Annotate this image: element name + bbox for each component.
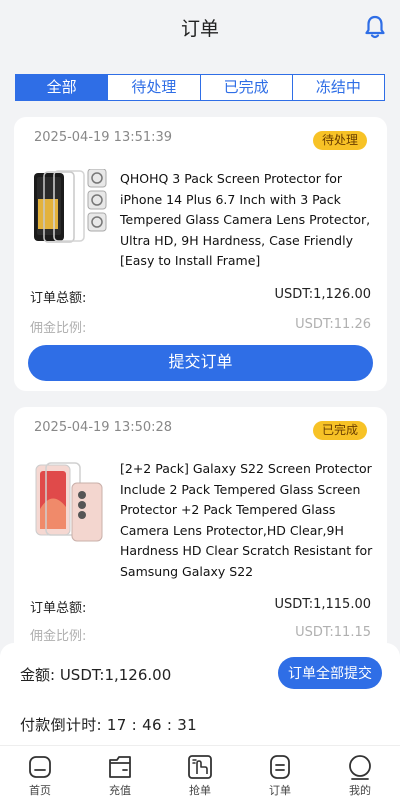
commission-label: 佣金比例: xyxy=(30,629,87,644)
tab-pending[interactable]: 待处理 xyxy=(107,75,199,100)
commission-row: 佣金比例: USDT:11.15 xyxy=(30,625,371,644)
commission-label: 佣金比例: xyxy=(30,321,87,336)
nav-recharge[interactable]: 充值 xyxy=(80,746,160,803)
product-name: QHOHQ 3 Pack Screen Protector for iPhone… xyxy=(120,171,371,268)
tab-frozen[interactable]: 冻结中 xyxy=(291,75,384,100)
commission-value: USDT:11.15 xyxy=(295,625,371,640)
product-name: [2+2 Pack] Galaxy S22 Screen Protector I… xyxy=(120,461,373,579)
header: 订单 xyxy=(0,0,400,56)
product-image xyxy=(35,462,103,542)
nav-orders[interactable]: 订单 xyxy=(240,746,320,803)
status-badge: 已完成 xyxy=(312,421,367,440)
order-card: 2025-04-19 13:51:39 待处理 QHOHQ 3 Pack Scr… xyxy=(14,117,387,391)
order-total-value: USDT:1,115.00 xyxy=(274,597,371,612)
profile-icon xyxy=(349,755,371,780)
total-amount: 金额: USDT:1,126.00 xyxy=(20,666,172,684)
order-time: 2025-04-19 13:51:39 xyxy=(34,130,173,145)
nav-home[interactable]: 首页 xyxy=(0,746,80,803)
nav-grab-order-label: 抢单 xyxy=(189,784,211,797)
order-total-row: 订单总额: USDT:1,115.00 xyxy=(30,597,371,616)
nav-profile-label: 我的 xyxy=(349,784,371,797)
order-total-label: 订单总额: xyxy=(30,601,87,616)
tab-completed[interactable]: 已完成 xyxy=(199,75,292,100)
home-icon xyxy=(29,756,51,778)
submit-order-button[interactable]: 提交订单 xyxy=(28,345,373,381)
bell-icon[interactable] xyxy=(364,15,386,39)
page-title: 订单 xyxy=(180,18,219,40)
nav-recharge-label: 充值 xyxy=(109,784,131,797)
nav-orders-label: 订单 xyxy=(269,784,291,797)
product-image xyxy=(34,169,107,243)
order-total-label: 订单总额: xyxy=(30,291,87,306)
nav-grab-order[interactable]: 抢单 xyxy=(160,746,240,803)
payment-summary-panel: 金额: USDT:1,126.00 订单全部提交 付款倒计时: 17 : 46 … xyxy=(0,643,400,745)
grab-order-icon xyxy=(188,755,212,779)
status-badge: 待处理 xyxy=(312,131,367,150)
order-total-value: USDT:1,126.00 xyxy=(274,287,371,302)
order-card: 2025-04-19 13:50:28 已完成 [2+2 Pack] Galax… xyxy=(14,407,387,667)
submit-all-orders-button[interactable]: 订单全部提交 xyxy=(278,657,382,689)
wallet-icon xyxy=(109,756,131,778)
order-total-row: 订单总额: USDT:1,126.00 xyxy=(30,287,371,306)
nav-home-label: 首页 xyxy=(29,784,51,797)
bottom-nav: 首页 充值 抢单 订单 我的 xyxy=(0,745,400,803)
tab-all[interactable]: 全部 xyxy=(16,75,108,100)
order-filter-tabs: 全部 待处理 已完成 冻结中 xyxy=(15,74,385,101)
order-time: 2025-04-19 13:50:28 xyxy=(34,420,173,435)
commission-row: 佣金比例: USDT:11.26 xyxy=(30,317,371,336)
payment-countdown: 付款倒计时: 17 : 46 : 31 xyxy=(20,716,197,734)
order-icon xyxy=(270,755,290,779)
commission-value: USDT:11.26 xyxy=(295,317,371,332)
nav-profile[interactable]: 我的 xyxy=(320,746,400,803)
